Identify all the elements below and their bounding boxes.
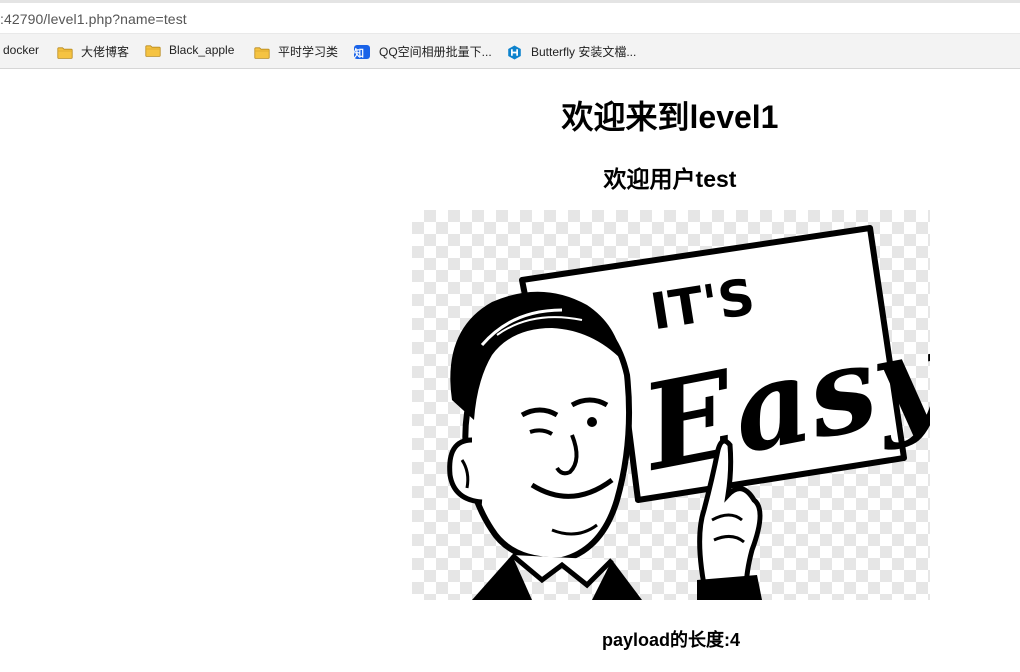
bookmark-label: Butterfly 安装文檔...	[531, 45, 637, 59]
bookmarks-bar: docker 大佬博客 Black_apple 平时学习类 知 QQ空间相册批量…	[0, 33, 1020, 69]
welcome-user-heading: 欢迎用户test	[603, 166, 737, 192]
bookmark-folder-study[interactable]: 平时学习类	[254, 43, 338, 60]
page-title: 欢迎来到level1	[561, 99, 779, 135]
bookmark-label: QQ空间相册批量下...	[379, 45, 492, 59]
bookmark-qq-album[interactable]: 知 QQ空间相册批量下...	[354, 43, 492, 60]
bookmark-label: Black_apple	[169, 43, 235, 57]
bookmark-label: 大佬博客	[81, 45, 130, 59]
bookmark-label: 平时学习类	[278, 45, 339, 59]
folder-icon	[57, 45, 73, 59]
bookmark-butterfly[interactable]: Butterfly 安装文檔...	[507, 43, 636, 60]
address-bar[interactable]: :42790/level1.php?name=test	[0, 3, 1020, 33]
its-easy-illustration: IT'S Easy	[447, 225, 930, 600]
bookmark-docker[interactable]: docker	[3, 43, 39, 57]
page-content: 欢迎来到level1 欢迎用户test IT'S Easy payload的长度…	[0, 70, 1020, 672]
folder-icon	[145, 43, 161, 57]
hexo-icon	[507, 44, 523, 60]
url-text[interactable]: :42790/level1.php?name=test	[0, 11, 187, 27]
folder-icon	[254, 45, 270, 59]
its-easy-image: IT'S Easy	[412, 210, 930, 600]
bookmark-label: docker	[3, 43, 40, 57]
payload-length-text: payload的长度:4	[601, 630, 741, 650]
zhihu-icon: 知	[354, 44, 370, 60]
bookmark-folder-black-apple[interactable]: Black_apple	[145, 43, 234, 57]
bookmark-folder-blogs[interactable]: 大佬博客	[57, 43, 129, 60]
